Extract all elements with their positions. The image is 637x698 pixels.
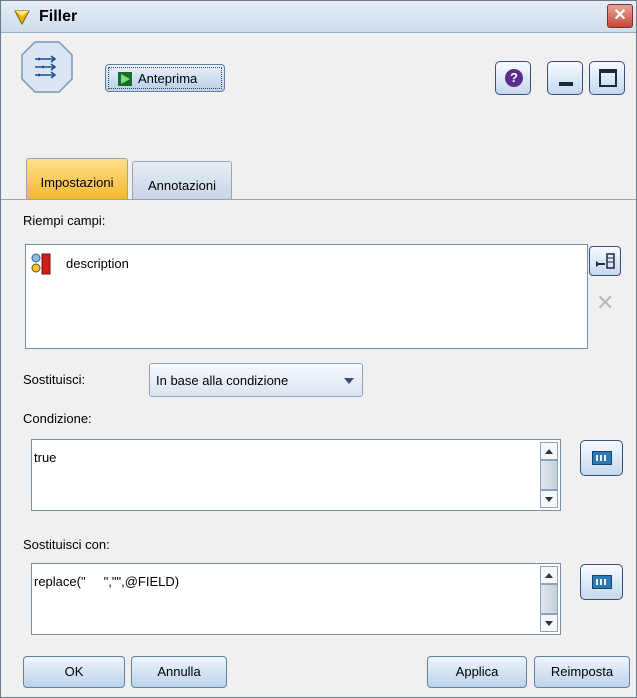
scroll-down-button[interactable] [540, 614, 558, 632]
close-icon: ✕ [596, 290, 615, 315]
tab-annotations[interactable]: Annotazioni [132, 161, 232, 199]
scroll-thumb[interactable] [540, 460, 558, 490]
scroll-up-button[interactable] [540, 566, 558, 584]
tab-settings-label: Impostazioni [40, 175, 114, 190]
replace-with-value: replace(" ","",@FIELD) [34, 574, 180, 589]
scroll-thumb[interactable] [540, 584, 558, 614]
replace-mode-select[interactable]: In base alla condizione [149, 363, 363, 397]
field-picker-icon [596, 253, 615, 269]
condition-value: true [34, 450, 57, 465]
field-type-icon [31, 253, 51, 275]
replace-label: Sostituisci: [23, 372, 86, 387]
question-icon: ? [505, 69, 523, 87]
cancel-button[interactable]: Annulla [131, 656, 227, 688]
calculator-icon [592, 451, 612, 465]
replace-mode-value: In base alla condizione [156, 373, 289, 388]
tab-settings[interactable]: Impostazioni [26, 158, 128, 199]
filler-node-icon [21, 41, 73, 93]
apply-button[interactable]: Applica [427, 656, 527, 688]
preview-button[interactable]: Anteprima [105, 64, 225, 92]
preview-label: Anteprima [138, 71, 198, 86]
window-title: Filler [39, 8, 78, 25]
maximize-button[interactable] [589, 61, 625, 95]
pick-fields-button[interactable] [589, 246, 621, 276]
tab-annotations-label: Annotazioni [148, 178, 216, 193]
replace-with-label: Sostituisci con: [23, 537, 110, 552]
diamond-node-icon [14, 10, 30, 25]
replace-with-scrollbar[interactable] [540, 566, 558, 632]
replace-with-textarea[interactable]: replace(" ","",@FIELD) [31, 563, 561, 635]
chevron-down-icon [344, 378, 354, 384]
field-name: description [66, 256, 129, 271]
condition-label: Condizione: [23, 411, 92, 426]
help-button[interactable]: ? [495, 61, 531, 95]
close-button[interactable]: ✕ [607, 4, 633, 28]
scroll-up-button[interactable] [540, 442, 558, 460]
title-bar: Filler ✕ [1, 1, 636, 33]
reset-button[interactable]: Reimposta [534, 656, 630, 688]
filler-dialog: Filler ✕ Anteprima ? Impostazioni Annota… [0, 0, 637, 698]
close-icon: ✕ [613, 7, 627, 24]
condition-expression-builder-button[interactable] [580, 440, 623, 476]
scroll-down-button[interactable] [540, 490, 558, 508]
calculator-icon [592, 575, 612, 589]
replace-with-expression-builder-button[interactable] [580, 564, 623, 600]
minimize-icon [559, 82, 573, 86]
play-icon [118, 72, 132, 86]
tab-divider [1, 199, 636, 200]
remove-field-button[interactable]: ✕ [589, 288, 621, 318]
fill-fields-list[interactable]: description [25, 244, 588, 349]
fill-fields-label: Riempi campi: [23, 213, 106, 228]
minimize-button[interactable] [547, 61, 583, 95]
maximize-icon [599, 69, 617, 87]
condition-textarea[interactable]: true [31, 439, 561, 511]
condition-scrollbar[interactable] [540, 442, 558, 508]
ok-button[interactable]: OK [23, 656, 125, 688]
